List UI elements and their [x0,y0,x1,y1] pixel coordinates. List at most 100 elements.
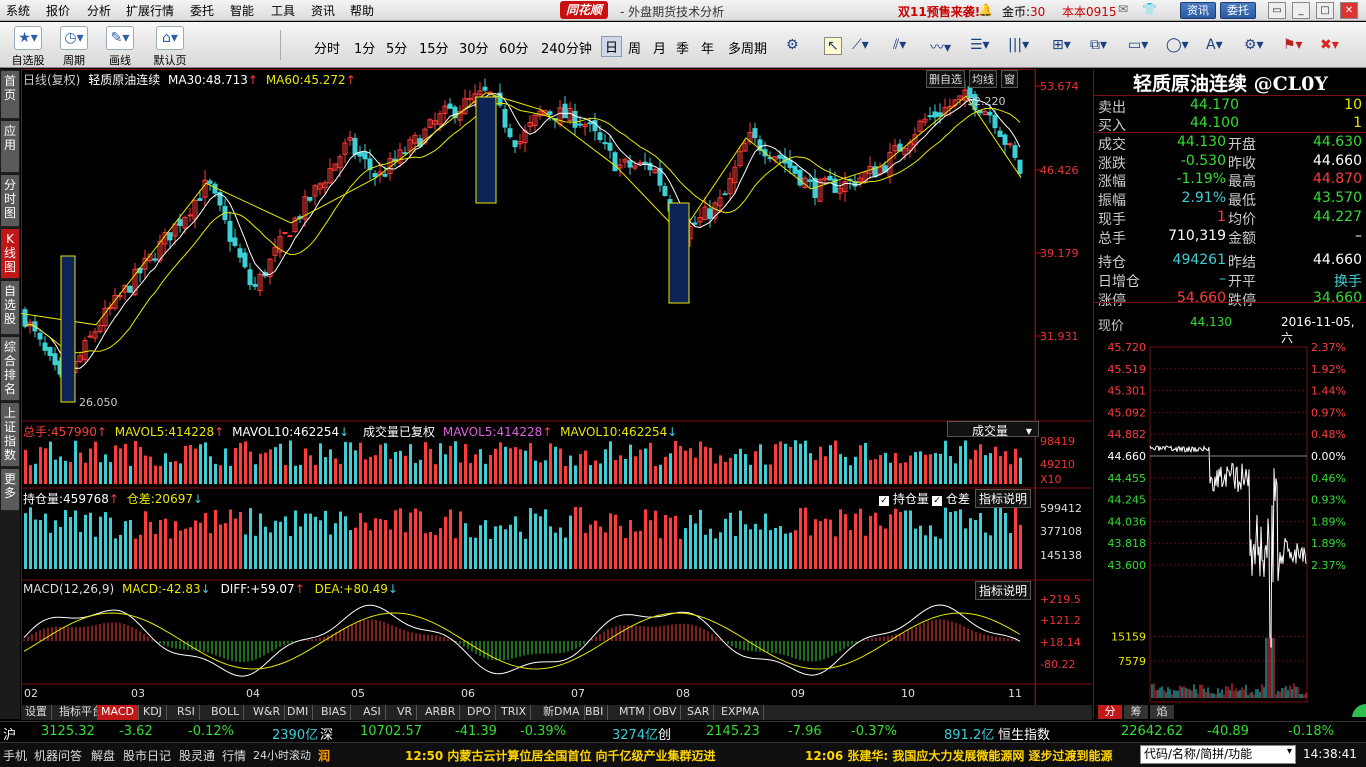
indicator-tab[interactable]: BOLL [207,705,245,720]
close-icon[interactable]: ✕ [1340,2,1358,19]
bookmark-icon[interactable]: ⚑▾ [1283,37,1303,53]
oi-help-button[interactable]: 指标说明 [975,489,1032,508]
sidebar-tab-more[interactable]: 更多 [1,469,19,511]
status-24h[interactable]: 24小时滚动 [253,747,311,763]
oi-diff-checkbox[interactable]: ✓ 仓差 [932,490,970,507]
menu-analysis[interactable]: 分析 [87,2,111,19]
line-draw-icon[interactable]: ⟋▾ [852,37,869,53]
period-multi[interactable]: 多周期 [728,38,767,57]
shirt-icon[interactable]: 👕 [1142,2,1157,16]
indicator-tab[interactable]: BBI [581,705,609,720]
status-linktong[interactable]: 股灵通 [179,747,215,764]
period-5min[interactable]: 5分 [386,38,407,57]
kline-chart-area[interactable]: 日线(复权) 轻质原油连续 MA30:48.713↑ MA60:45.272↑ … [21,69,1092,719]
sidebar-tab-apps[interactable]: 应用 [1,121,19,173]
sidebar-tab-watchlist[interactable]: 自选股 [1,281,19,335]
macd-help-button[interactable]: 指标说明 [975,581,1032,600]
mini-tab[interactable]: 筹 [1124,705,1148,719]
indicator-tab[interactable]: DMI [283,705,314,720]
status-diary[interactable]: 股市日记 [123,747,171,764]
indicator-tab[interactable]: VR [393,705,418,720]
sidebar-tab-home[interactable]: 首页 [1,71,19,119]
favorites-tool[interactable]: ★▾ 自选股 [6,24,50,67]
indicator-tab[interactable]: EXPMA [717,705,765,720]
draw-tool[interactable]: ✎▾ 画线 [98,24,142,67]
sidebar-tab-shanghai-index[interactable]: 上证指数 [1,403,19,467]
menu-trade[interactable]: 委托 [190,2,214,19]
promo-link[interactable]: 双11预售来袭! [898,3,980,20]
period-tool[interactable]: ◷▾ 周期 [52,24,96,67]
fib-icon[interactable]: ☰▾ [970,37,990,53]
indicator-tab[interactable]: KDJ [139,705,167,720]
account-name[interactable]: 本本0915 [1062,3,1117,20]
menu-extended-quote[interactable]: 扩展行情 [126,2,174,19]
news-headline-2[interactable]: 12:06 张建华: 我国应大力发展微能源网 逐步过渡到能源 [805,747,1113,764]
period-15min[interactable]: 15分 [419,38,449,57]
sidebar-tab-ranking[interactable]: 综合排名 [1,337,19,401]
news-headline-1[interactable]: 12:50 内蒙古云计算位居全国首位 向千亿级产业集群迈进 [405,747,716,764]
period-year[interactable]: 年 [701,38,714,57]
cy-index-label[interactable]: 创 [658,724,671,743]
kline-chart-svg[interactable] [21,69,1092,719]
period-quarter[interactable]: 季 [676,38,689,57]
search-input[interactable]: 代码/名称/简拼/功能 [1140,745,1296,764]
mini-tab[interactable]: 分 [1098,705,1122,719]
menu-smart[interactable]: 智能 [230,2,254,19]
hs-index-label[interactable]: 恒生指数 [998,724,1050,743]
oi-checkbox[interactable]: ✓ 持仓量 [879,490,929,507]
sz-index-label[interactable]: 深 [320,724,333,743]
envelope-icon[interactable]: ✉ [1118,2,1128,16]
indicator-tab[interactable]: MACD [97,705,139,720]
menu-system[interactable]: 系统 [6,2,30,19]
sidebar-tab-timeshare[interactable]: 分时图 [1,175,19,227]
period-30min[interactable]: 30分 [459,38,489,57]
volume-dropdown[interactable]: 成交量 ▾ [947,421,1039,438]
period-1min[interactable]: 1分 [354,38,375,57]
indicator-tab[interactable]: BIAS [317,705,352,720]
cursor-icon[interactable]: ↖ [824,37,842,55]
settings-icon[interactable]: ⚙▾ [1244,37,1264,53]
indicator-tab[interactable]: SAR [683,705,715,720]
indicator-tab[interactable]: ASI [359,705,386,720]
pattern-icon[interactable]: ⧉▾ [1090,37,1107,53]
news-button[interactable]: 资讯 [1180,2,1216,19]
ellipse-icon[interactable]: ◯▾ [1166,37,1189,53]
status-market[interactable]: 行情 [222,747,246,764]
indicator-tab[interactable]: 设置 [21,705,52,720]
period-240min[interactable]: 240分钟 [541,38,592,57]
maximize-icon[interactable]: □ [1316,2,1334,19]
period-day[interactable]: 日 [601,36,623,57]
indicator-tab[interactable]: ARBR [421,705,461,720]
intraday-mini-chart[interactable]: 45.720 45.519 45.301 45.092 44.882 44.660 44.4… [1094,337,1366,717]
gear-icon[interactable]: ⚙ [786,37,799,53]
status-analysis[interactable]: 解盘 [91,747,115,764]
parallel-line-icon[interactable]: ⫽▾ [893,37,906,53]
avgline-button[interactable]: 均线 [969,70,997,88]
period-60min[interactable]: 60分 [499,38,529,57]
indicator-tab[interactable]: MTM [615,705,650,720]
sidebar-tab-kline[interactable]: K线图 [1,229,19,279]
menu-tools[interactable]: 工具 [271,2,295,19]
trade-button[interactable]: 委托 [1220,2,1256,19]
text-icon[interactable]: A▾ [1206,37,1223,53]
sh-index-label[interactable]: 沪 [3,724,16,743]
indicator-tab[interactable]: 新DMA [539,705,585,720]
mini-tab[interactable]: 焰 [1150,705,1174,719]
menu-quote[interactable]: 报价 [46,2,70,19]
chevron-down-icon[interactable]: ▾ [1287,746,1292,757]
window-button[interactable]: 窗 [1001,70,1018,88]
status-qa[interactable]: 机器问答 [34,747,82,764]
menu-news[interactable]: 资讯 [311,2,335,19]
menu-help[interactable]: 帮助 [350,2,374,19]
rectangle-icon[interactable]: ▭▾ [1128,37,1148,53]
indicator-tab[interactable]: W&R [249,705,286,720]
indicator-tab[interactable]: DPO [463,705,496,720]
gann-icon[interactable]: |||▾ [1008,37,1029,53]
period-timeshare[interactable]: 分时 [314,38,340,57]
delete-icon[interactable]: ✖▾ [1320,37,1339,53]
period-month[interactable]: 月 [653,38,666,57]
bell-icon[interactable]: 🔔 [978,3,993,17]
indicator-tab[interactable]: OBV [649,705,682,720]
minimize-icon[interactable]: _ [1292,2,1310,19]
channel-icon[interactable]: ⊞▾ [1052,37,1071,53]
